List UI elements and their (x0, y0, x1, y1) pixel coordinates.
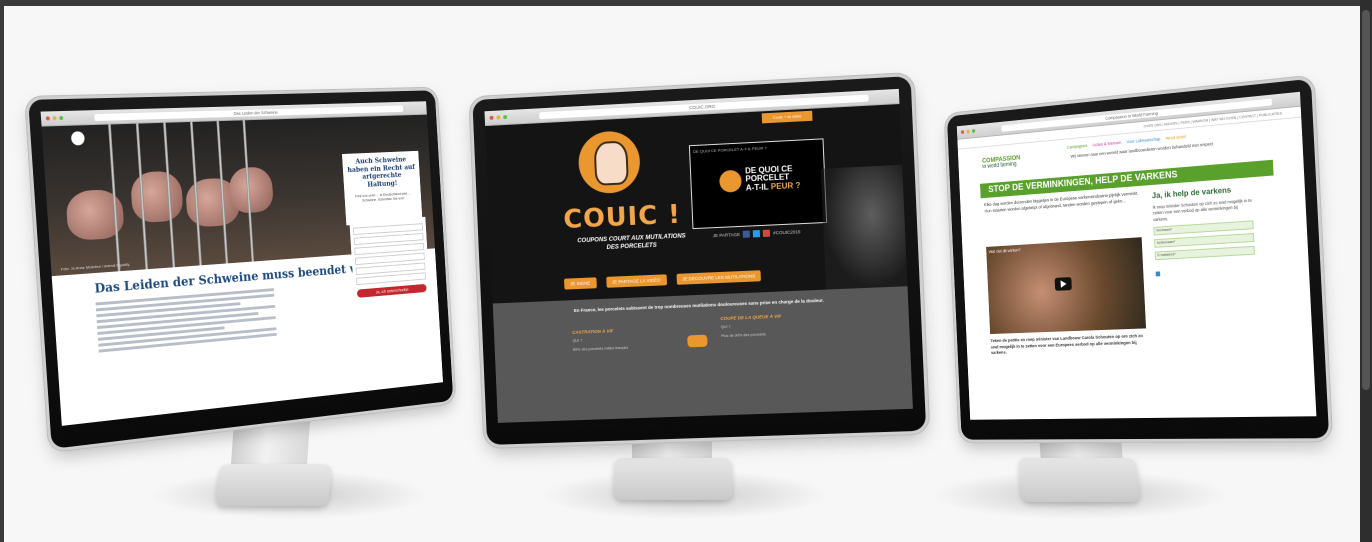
nav-campagnes[interactable]: Campagnes (1067, 143, 1088, 150)
video-title-word: PEUR ? (770, 180, 801, 192)
monitor-screen: Compassion in World Farming OVER ONS | N… (956, 91, 1317, 420)
consent-checkbox-row (1155, 258, 1256, 281)
email-field[interactable]: E-mailadres* (1154, 245, 1255, 261)
monitor-screen: Das Leiden der Schweine Foto: Jo-Anne Mc… (40, 101, 444, 426)
ciwf-logo[interactable]: COMPASSION in world farming (982, 155, 1021, 170)
minimize-window-icon[interactable] (52, 116, 57, 121)
hands-image (820, 164, 908, 290)
discover-button[interactable]: JE DÉCOUVRE LES MUTILATIONS (676, 270, 762, 285)
stand-foot (614, 458, 732, 500)
share-bar: JE PARTAGE #COUIC2016 (713, 228, 801, 239)
monitor-bezel: Das Leiden der Schweine Foto: Jo-Anne Mc… (28, 90, 454, 450)
zoom-window-icon[interactable] (503, 115, 508, 120)
stand-foot (1017, 458, 1141, 502)
sidebar-text: Ik roep minister Schouten op zich zo sne… (1152, 197, 1252, 222)
nav-acties[interactable]: Acties & Mensen (1092, 140, 1121, 147)
monitor-center: COUIC.ORG Couic + la vidéo COUIC ! COUPO… (472, 76, 927, 445)
petition-sidebar: Ja, ik help de varkens Ik roep minister … (1152, 183, 1256, 281)
column-question: QUI ? (720, 324, 731, 330)
pig-silhouette-icon (687, 334, 708, 348)
monitor-bezel: COUIC.ORG Couic + la vidéo COUIC ! COUPO… (472, 76, 927, 445)
minimize-window-icon[interactable] (496, 115, 501, 120)
logo-icon (70, 131, 85, 146)
stage: Das Leiden der Schweine Foto: Jo-Anne Mc… (0, 0, 1372, 542)
email-icon[interactable] (763, 229, 771, 237)
video-title-word: A-T-IL (745, 182, 769, 193)
stand-foot (215, 464, 333, 506)
site-title: COUIC ! (562, 199, 682, 236)
petition-form: Ja, ich unterschreibe (349, 216, 431, 302)
play-icon[interactable] (1054, 277, 1072, 291)
video-title: Wat ziet dit varken? (988, 247, 1021, 255)
close-window-icon[interactable] (45, 116, 50, 121)
piglet-face-icon (593, 140, 629, 186)
column-question: QUI ? (572, 338, 583, 343)
video-tab[interactable]: Couic + la vidéo (761, 110, 813, 124)
monitor-right: Compassion in World Farming OVER ONS | N… (946, 78, 1330, 440)
column-title: COUPE DE LA QUEUE À VIF (720, 313, 782, 322)
monitor-screen: COUIC.ORG Couic + la vidéo COUIC ! COUPO… (484, 88, 913, 423)
sign-button[interactable]: Ja, ich unterschreibe (356, 283, 427, 298)
info-box: Auch Schweine haben ein Recht auf artger… (341, 150, 423, 226)
video-title: DE QUOI CE PORCELET A-T-IL PEUR ? (745, 164, 801, 193)
video-title-line: A-T-IL PEUR ? (745, 180, 801, 193)
video-player[interactable]: DE QUOI CE PORCELET A-T-IL PEUR ? DE QUO… (688, 138, 828, 230)
zoom-window-icon[interactable] (59, 115, 64, 121)
close-window-icon[interactable] (960, 130, 965, 135)
pig-image (228, 166, 274, 214)
minimize-window-icon[interactable] (966, 129, 970, 134)
close-window-icon[interactable] (489, 115, 494, 120)
site-subtitle: COUPONS COURT AUX MUTILATIONS DES PORCEL… (577, 233, 686, 251)
video-caption: DE QUOI CE PORCELET A-T-IL PEUR ? (693, 145, 767, 155)
castration-column: CASTRATION À VIF QUI ? 85% des porcelets… (572, 326, 662, 353)
intro-text: En France, les porcelets subissent de tr… (573, 297, 824, 314)
twitter-icon[interactable] (752, 230, 761, 238)
info-box-text: Fünf von zehn ... in Deutschland sind ..… (354, 190, 411, 203)
nav-lidmaatschap[interactable]: Voor Lidmaatschap (1126, 136, 1160, 144)
info-box-title: Auch Schweine haben ein Recht auf artger… (347, 154, 415, 189)
column-text: Plus de 90% des porcelets. (721, 332, 767, 339)
column-text: 85% des porcelets mâles français (572, 345, 629, 353)
pig-image (129, 170, 184, 224)
couic-page: Couic + la vidéo COUIC ! COUPONS COURT A… (485, 104, 913, 423)
column-title: CASTRATION À VIF (572, 328, 614, 335)
hashtag: #COUIC2016 (773, 229, 801, 236)
zoom-window-icon[interactable] (971, 129, 976, 133)
facebook-icon[interactable] (742, 230, 751, 238)
monitor-bezel: Compassion in World Farming OVER ONS | N… (946, 78, 1330, 440)
nav-word-actief[interactable]: Word actief (1166, 134, 1186, 141)
scrollbar-thumb[interactable] (1362, 10, 1370, 390)
cta-buttons: JE SIGNE JE PARTAGE LA VIDÉO JE DÉCOUVRE… (564, 270, 762, 290)
tail-docking-column: COUPE DE LA QUEUE À VIF QUI ? Plus de 90… (720, 312, 822, 340)
piglet-logo (577, 129, 642, 195)
scrollbar[interactable] (1360, 0, 1372, 542)
monitor-left: Das Leiden der Schweine Foto: Jo-Anne Mc… (28, 90, 454, 450)
body-text (95, 288, 277, 353)
petition-text: Teken de petitie en roep minister van La… (990, 334, 1143, 357)
info-section: En France, les porcelets subissent de tr… (492, 286, 913, 423)
share-label: JE PARTAGE (712, 231, 741, 239)
consent-checkbox[interactable] (1155, 271, 1161, 277)
share-video-button[interactable]: JE PARTAGE LA VIDÉO (605, 274, 667, 288)
last-name-field[interactable]: Achternaam* (1154, 232, 1255, 248)
video-logo-icon (718, 169, 742, 193)
sidebar-title: Ja, ik help de varkens (1151, 184, 1232, 201)
sign-button[interactable]: JE SIGNE (564, 277, 597, 290)
video-player[interactable]: Wat ziet dit varken? (986, 237, 1147, 335)
